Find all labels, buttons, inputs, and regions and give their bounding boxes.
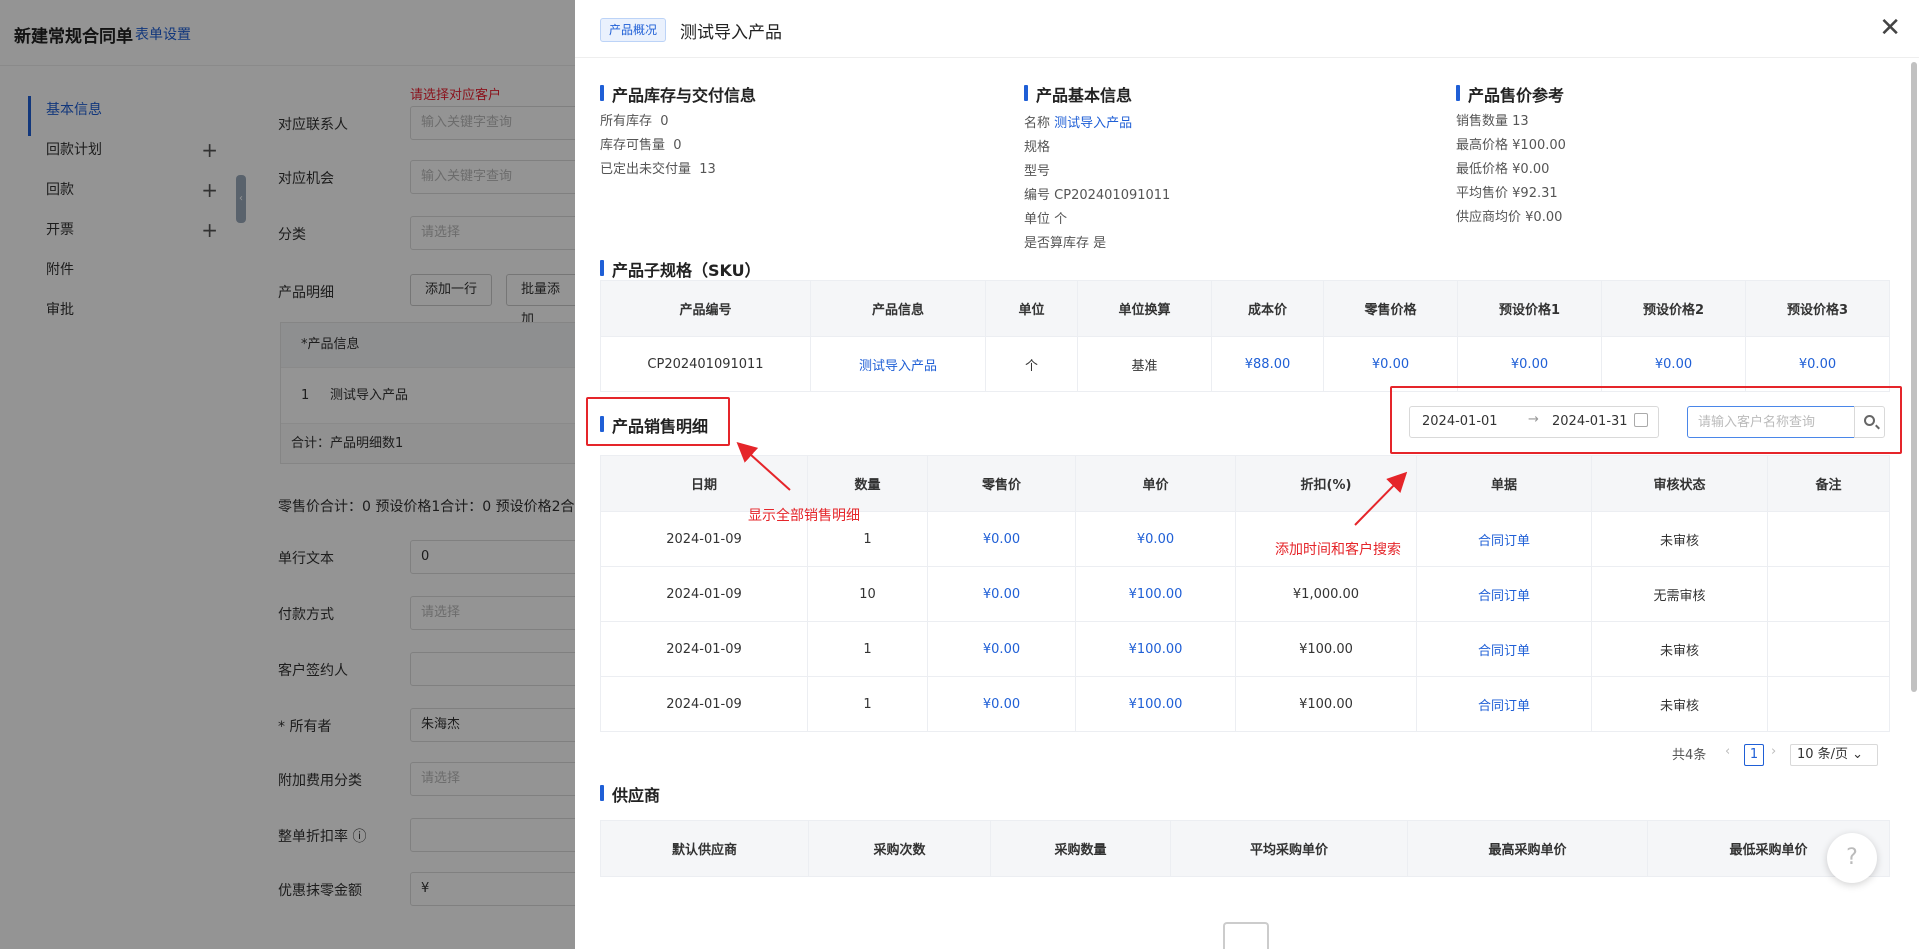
sku-product-link[interactable]: 测试导入产品 <box>810 336 986 392</box>
scrollbar[interactable] <box>1911 62 1917 692</box>
help-icon[interactable]: ? <box>1827 833 1877 883</box>
product-overview-drawer: 产品概况 测试导入产品 ✕ 产品库存与交付信息 所有库存 0 库存可售量 0 已… <box>575 0 1919 949</box>
table-row: 2024-01-09 1 ¥0.00 ¥100.00 ¥100.00 合同订单 未审核 <box>600 676 1890 732</box>
page-size-select[interactable]: 10 条/页 ⌄ <box>1790 744 1878 766</box>
pagination-total: 共4条 <box>1672 748 1707 763</box>
product-name-link[interactable]: 测试导入产品 <box>1054 116 1132 131</box>
order-link[interactable]: 合同订单 <box>1416 566 1592 622</box>
drawer-header: 产品概况 测试导入产品 ✕ <box>575 0 1919 58</box>
sku-title: 产品子规格（SKU） <box>600 257 761 281</box>
annotation-box-title <box>586 397 730 446</box>
supplier-table: 默认供应商 采购次数 采购数量 平均采购单价 最高采购单价 最低采购单价 <box>600 820 1890 877</box>
sales-table: 日期 数量 零售价 单价 折扣(%) 单据 审核状态 备注 2024-01-09 1 ¥0.00 ¥… <box>600 455 1890 732</box>
overview-tag: 产品概况 <box>600 18 667 42</box>
supplier-title: 供应商 <box>600 782 660 806</box>
table-header-row: 产品编号 产品信息 单位 单位换算 成本价 零售价格 预设价格1 预设价格2 预设价格3 <box>600 280 1890 337</box>
annotation-text-right: 添加时间和客户搜索 <box>1275 542 1401 558</box>
table-row: 2024-01-09 10 ¥0.00 ¥100.00 ¥1,000.00 合同订单 无需审… <box>600 566 1890 622</box>
basic-info-title: 产品基本信息 <box>1024 82 1132 106</box>
prev-page-icon[interactable]: ‹ <box>1725 744 1730 759</box>
drawer-title: 测试导入产品 <box>680 23 782 43</box>
basic-info: 名称 测试导入产品 规格 型号 编号 CP202401091011 单位 个 是… <box>1024 116 1171 251</box>
next-page-icon[interactable]: › <box>1771 744 1776 759</box>
empty-inbox-icon <box>1223 922 1269 949</box>
order-link[interactable]: 合同订单 <box>1416 511 1592 567</box>
close-icon[interactable]: ✕ <box>1879 14 1901 42</box>
inventory-title: 产品库存与交付信息 <box>600 82 756 106</box>
order-link[interactable]: 合同订单 <box>1416 676 1592 732</box>
annotation-text-left: 显示全部销售明细 <box>748 508 860 524</box>
page-number[interactable]: 1 <box>1744 744 1764 766</box>
modal-overlay[interactable] <box>0 0 575 949</box>
table-header-row: 默认供应商 采购次数 采购数量 平均采购单价 最高采购单价 最低采购单价 <box>600 820 1890 877</box>
inventory-info: 所有库存 0 库存可售量 0 已定出未交付量 13 <box>600 114 716 177</box>
table-row: 2024-01-09 1 ¥0.00 ¥100.00 ¥100.00 合同订单 未审核 <box>600 621 1890 677</box>
annotation-box-filters <box>1390 386 1902 454</box>
price-ref-title: 产品售价参考 <box>1456 82 1564 106</box>
sku-table: 产品编号 产品信息 单位 单位换算 成本价 零售价格 预设价格1 预设价格2 预设价格3 CP2… <box>600 280 1890 392</box>
table-header-row: 日期 数量 零售价 单价 折扣(%) 单据 审核状态 备注 <box>600 455 1890 512</box>
order-link[interactable]: 合同订单 <box>1416 621 1592 677</box>
price-ref-info: 销售数量 13 最高价格 ¥100.00 最低价格 ¥0.00 平均售价 ¥92… <box>1456 114 1566 225</box>
table-row: CP202401091011 测试导入产品个基准 ¥88.00 ¥0.00 ¥0.00 ¥… <box>600 336 1890 392</box>
